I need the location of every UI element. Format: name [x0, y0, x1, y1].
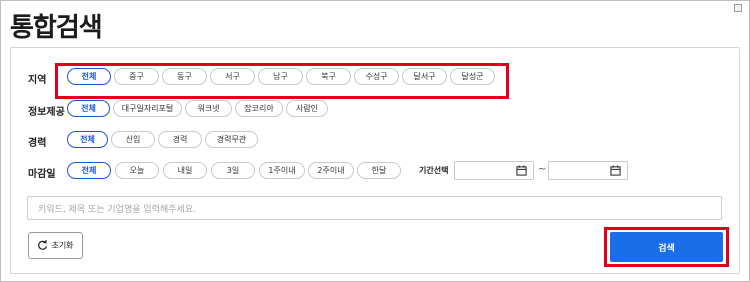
career-chip-any[interactable]: 경력무관 — [205, 131, 258, 148]
search-highlight-box — [604, 227, 729, 267]
filter-row-deadline: 마감일 전체 오늘 내일 3일 1주이내 2주이내 한달 기간선택 ~ — [11, 161, 741, 182]
info-chip-worknet[interactable]: 워크넷 — [185, 100, 232, 117]
keyword-search-input[interactable] — [28, 199, 721, 221]
deadline-chip-all[interactable]: 전체 — [67, 162, 111, 179]
info-chip-daegu-portal[interactable]: 대구일자리포털 — [113, 100, 182, 117]
info-chip-all[interactable]: 전체 — [67, 100, 110, 117]
keyword-search-box — [27, 196, 722, 221]
date-range-separator: ~ — [538, 164, 547, 175]
career-chip-experienced[interactable]: 경력 — [158, 131, 202, 148]
window-control-icon[interactable] — [734, 4, 742, 12]
info-chip-saramin[interactable]: 사람인 — [286, 100, 328, 117]
filter-label-region: 지역 — [28, 75, 47, 86]
period-select-label: 기간선택 — [419, 166, 449, 175]
deadline-chip-today[interactable]: 오늘 — [115, 162, 159, 179]
calendar-icon[interactable] — [516, 165, 527, 176]
page-title: 통합검색 — [10, 13, 103, 43]
filter-label-career: 경력 — [28, 138, 47, 149]
deadline-chip-1month[interactable]: 한달 — [357, 162, 401, 179]
region-highlight-box — [55, 63, 509, 99]
filter-label-info-provider: 정보제공 — [28, 107, 65, 118]
deadline-chip-tomorrow[interactable]: 내일 — [163, 162, 207, 179]
info-chip-jobkorea[interactable]: 잡코리아 — [235, 100, 283, 117]
filter-row-career: 경력 전체 신입 경력 경력무관 — [11, 131, 741, 151]
calendar-icon[interactable] — [610, 165, 621, 176]
end-date-input[interactable] — [548, 161, 628, 180]
deadline-chip-2weeks[interactable]: 2주이내 — [308, 162, 354, 179]
filter-row-info-provider: 정보제공 전체 대구일자리포털 워크넷 잡코리아 사람인 — [11, 100, 741, 120]
start-date-input[interactable] — [454, 161, 534, 180]
deadline-chip-1week[interactable]: 1주이내 — [259, 162, 305, 179]
reset-button-label: 초기화 — [51, 241, 74, 250]
career-chip-all[interactable]: 전체 — [67, 131, 108, 148]
reset-button[interactable]: 초기화 — [28, 232, 83, 259]
deadline-chip-3days[interactable]: 3일 — [211, 162, 255, 179]
career-chip-new[interactable]: 신입 — [111, 131, 155, 148]
refresh-icon — [38, 240, 48, 250]
filter-label-deadline: 마감일 — [28, 169, 56, 180]
search-filter-panel: 지역 전체 중구 동구 서구 남구 북구 수성구 달서구 달성군 정보제공 전체… — [10, 47, 740, 274]
